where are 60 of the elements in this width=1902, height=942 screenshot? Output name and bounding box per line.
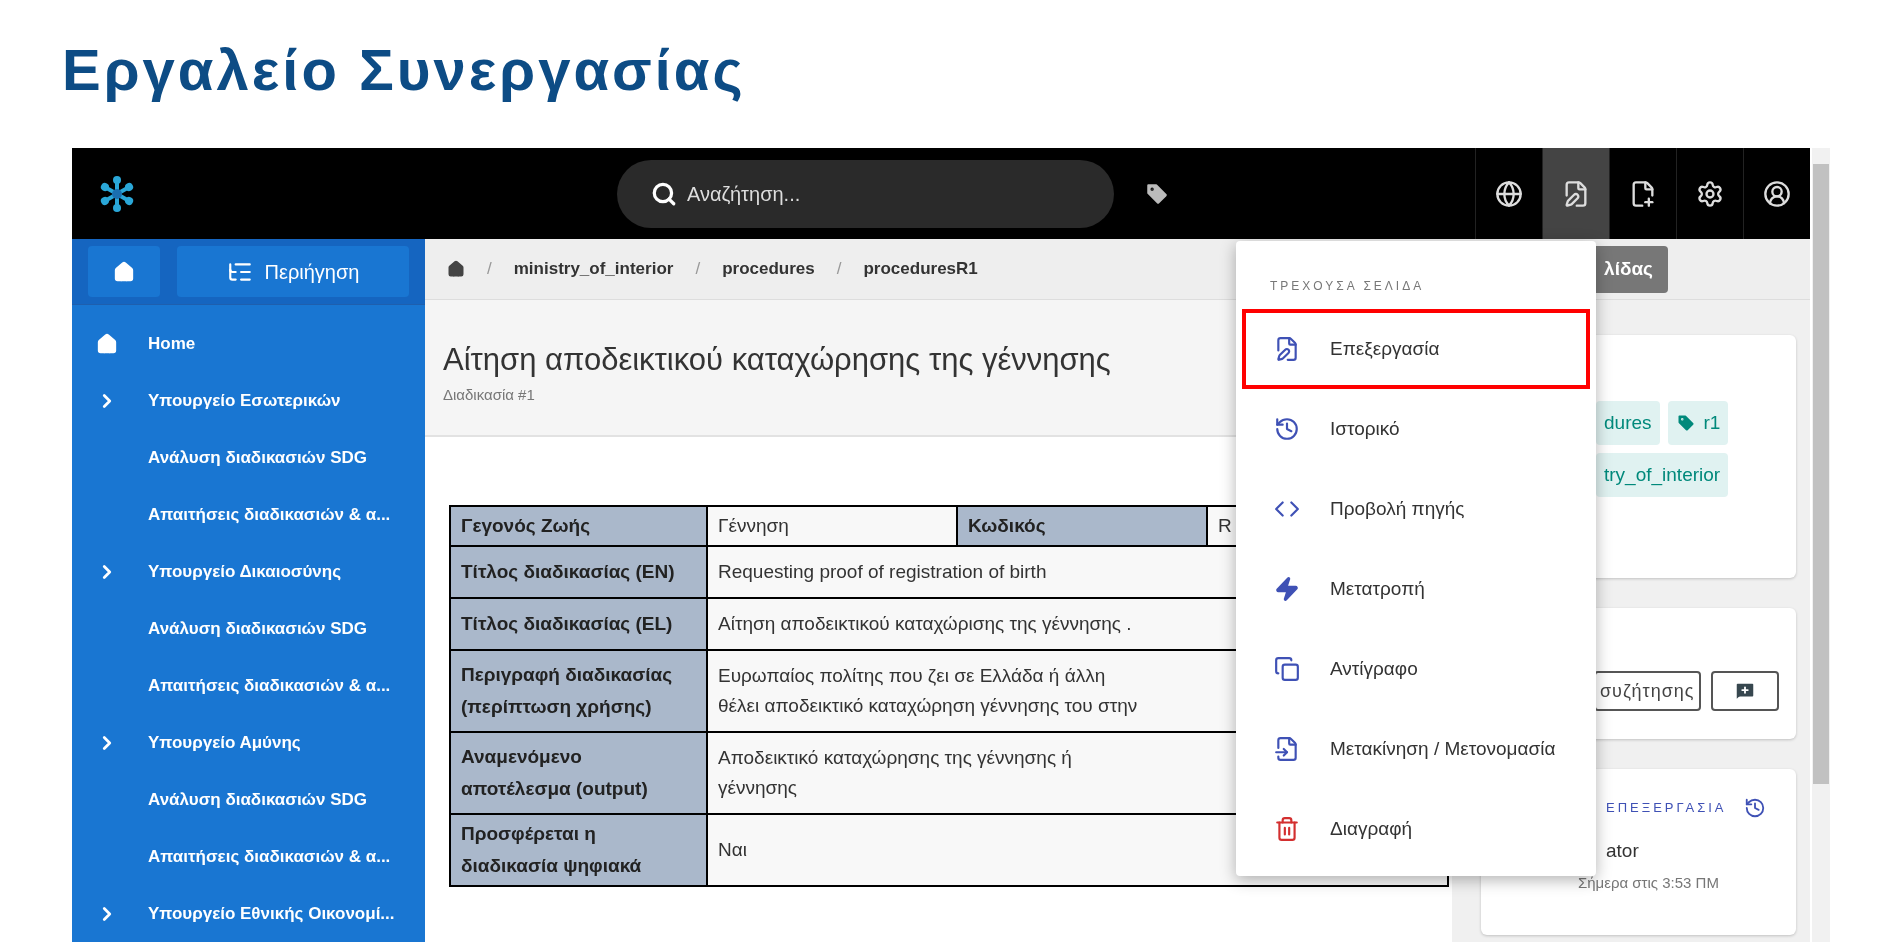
home-icon [113,260,135,283]
sidebar-item[interactable]: Υπουργείο Αμύνης [72,714,425,771]
tag-chip[interactable]: r1 [1667,401,1729,445]
tag-chip[interactable]: dures [1596,401,1660,445]
breadcrumb-link[interactable]: proceduresR1 [863,256,978,282]
sidebar-item[interactable]: Απαιτήσεις διαδικασιών & α... [72,828,425,885]
account-icon [1763,179,1791,208]
comment-plus-icon [1733,680,1756,702]
sidebar-item[interactable]: Ανάλυση διαδικασιών SDG [72,600,425,657]
edit-document-button[interactable] [1542,148,1609,239]
table-label-cell: Προσφέρεται η διαδικασία ψηφιακά [450,814,707,886]
table-label-cell: Τίτλος διαδικασίας (EN) [450,546,707,598]
edit-document-icon [1274,336,1300,362]
breadcrumb-link[interactable]: ministry_of_interior [513,256,674,282]
edit-time: Σήμερα στις 3:53 ΠΜ [1578,872,1720,893]
sidebar-item[interactable]: Ανάλυση διαδικασιών SDG [72,771,425,828]
globe-icon [1495,179,1523,208]
copy-icon [1274,656,1300,682]
table-label-cell: Γεγονός Ζωής [450,506,707,546]
table-label-cell: Περιγραφή διαδικασίας (περίπτωση χρήσης) [450,650,707,732]
sidebar-item[interactable]: Ανάλυση διαδικασιών SDG [72,429,425,486]
document-title: Αίτηση αποδεικτικού καταχώρησης της γέννησης [443,342,1111,378]
home-button[interactable] [88,246,160,297]
menu-item[interactable]: Επεξεργασία [1242,309,1590,389]
breadcrumb-separator: / [836,258,842,281]
tag-chip[interactable]: try_of_interior [1596,453,1729,497]
page-title: Εργαλείο Συνεργασίας [62,36,747,104]
table-label-cell: Αναμενόμενο αποτέλεσμα (output) [450,732,707,814]
home-icon[interactable] [447,260,465,278]
sidebar-item[interactable]: Υπουργείο Εθνικής Οικονομί... [72,885,425,942]
history-icon[interactable] [1744,797,1767,819]
settings-icon [1696,179,1724,208]
search-input[interactable]: Αναζήτηση... [687,178,1080,209]
search-field[interactable]: Αναζήτηση... [617,159,1114,228]
table-label-cell: Τίτλος διαδικασίας (EL) [450,598,707,650]
breadcrumb-separator: / [487,258,492,281]
lightning-icon [1274,576,1300,602]
scrollbar[interactable] [1812,148,1830,942]
search-icon [651,180,677,207]
trash-icon [1274,816,1300,842]
new-comment-button[interactable] [1710,671,1779,711]
last-edit-heading: ΕΠΕΞΕΡΓΑΣΙΑ [1606,799,1727,818]
tag-icon [1675,413,1696,433]
document-subtitle: Διαδικασία #1 [443,385,536,405]
breadcrumb-separator: / [695,258,701,281]
sidebar-item[interactable]: Απαιτήσεις διαδικασιών & α... [72,657,425,714]
sidebar-item[interactable]: Home [72,315,425,372]
sidebar-item[interactable]: Απαιτήσεις διαδικασιών & α... [72,486,425,543]
home-icon [96,332,118,355]
menu-item[interactable]: Ιστορικό [1242,389,1590,469]
sidebar-item[interactable]: Υπουργείο Εσωτερικών [72,372,425,429]
table-label-cell: Κωδικός [957,506,1207,546]
move-file-icon [1274,736,1300,762]
breadcrumb-link[interactable]: procedures [722,256,815,282]
editor-name: ator [1606,839,1640,863]
sidebar-item[interactable]: Υπουργείο Δικαιοσύνης [72,543,425,600]
menu-heading: ΤΡΕΧΟΥΣΑ ΣΕΛΙΔΑ [1269,278,1426,295]
table-cell: Γέννηση [707,506,957,546]
browse-button[interactable]: Περιήγηση [177,246,409,297]
history-icon [1274,416,1300,442]
